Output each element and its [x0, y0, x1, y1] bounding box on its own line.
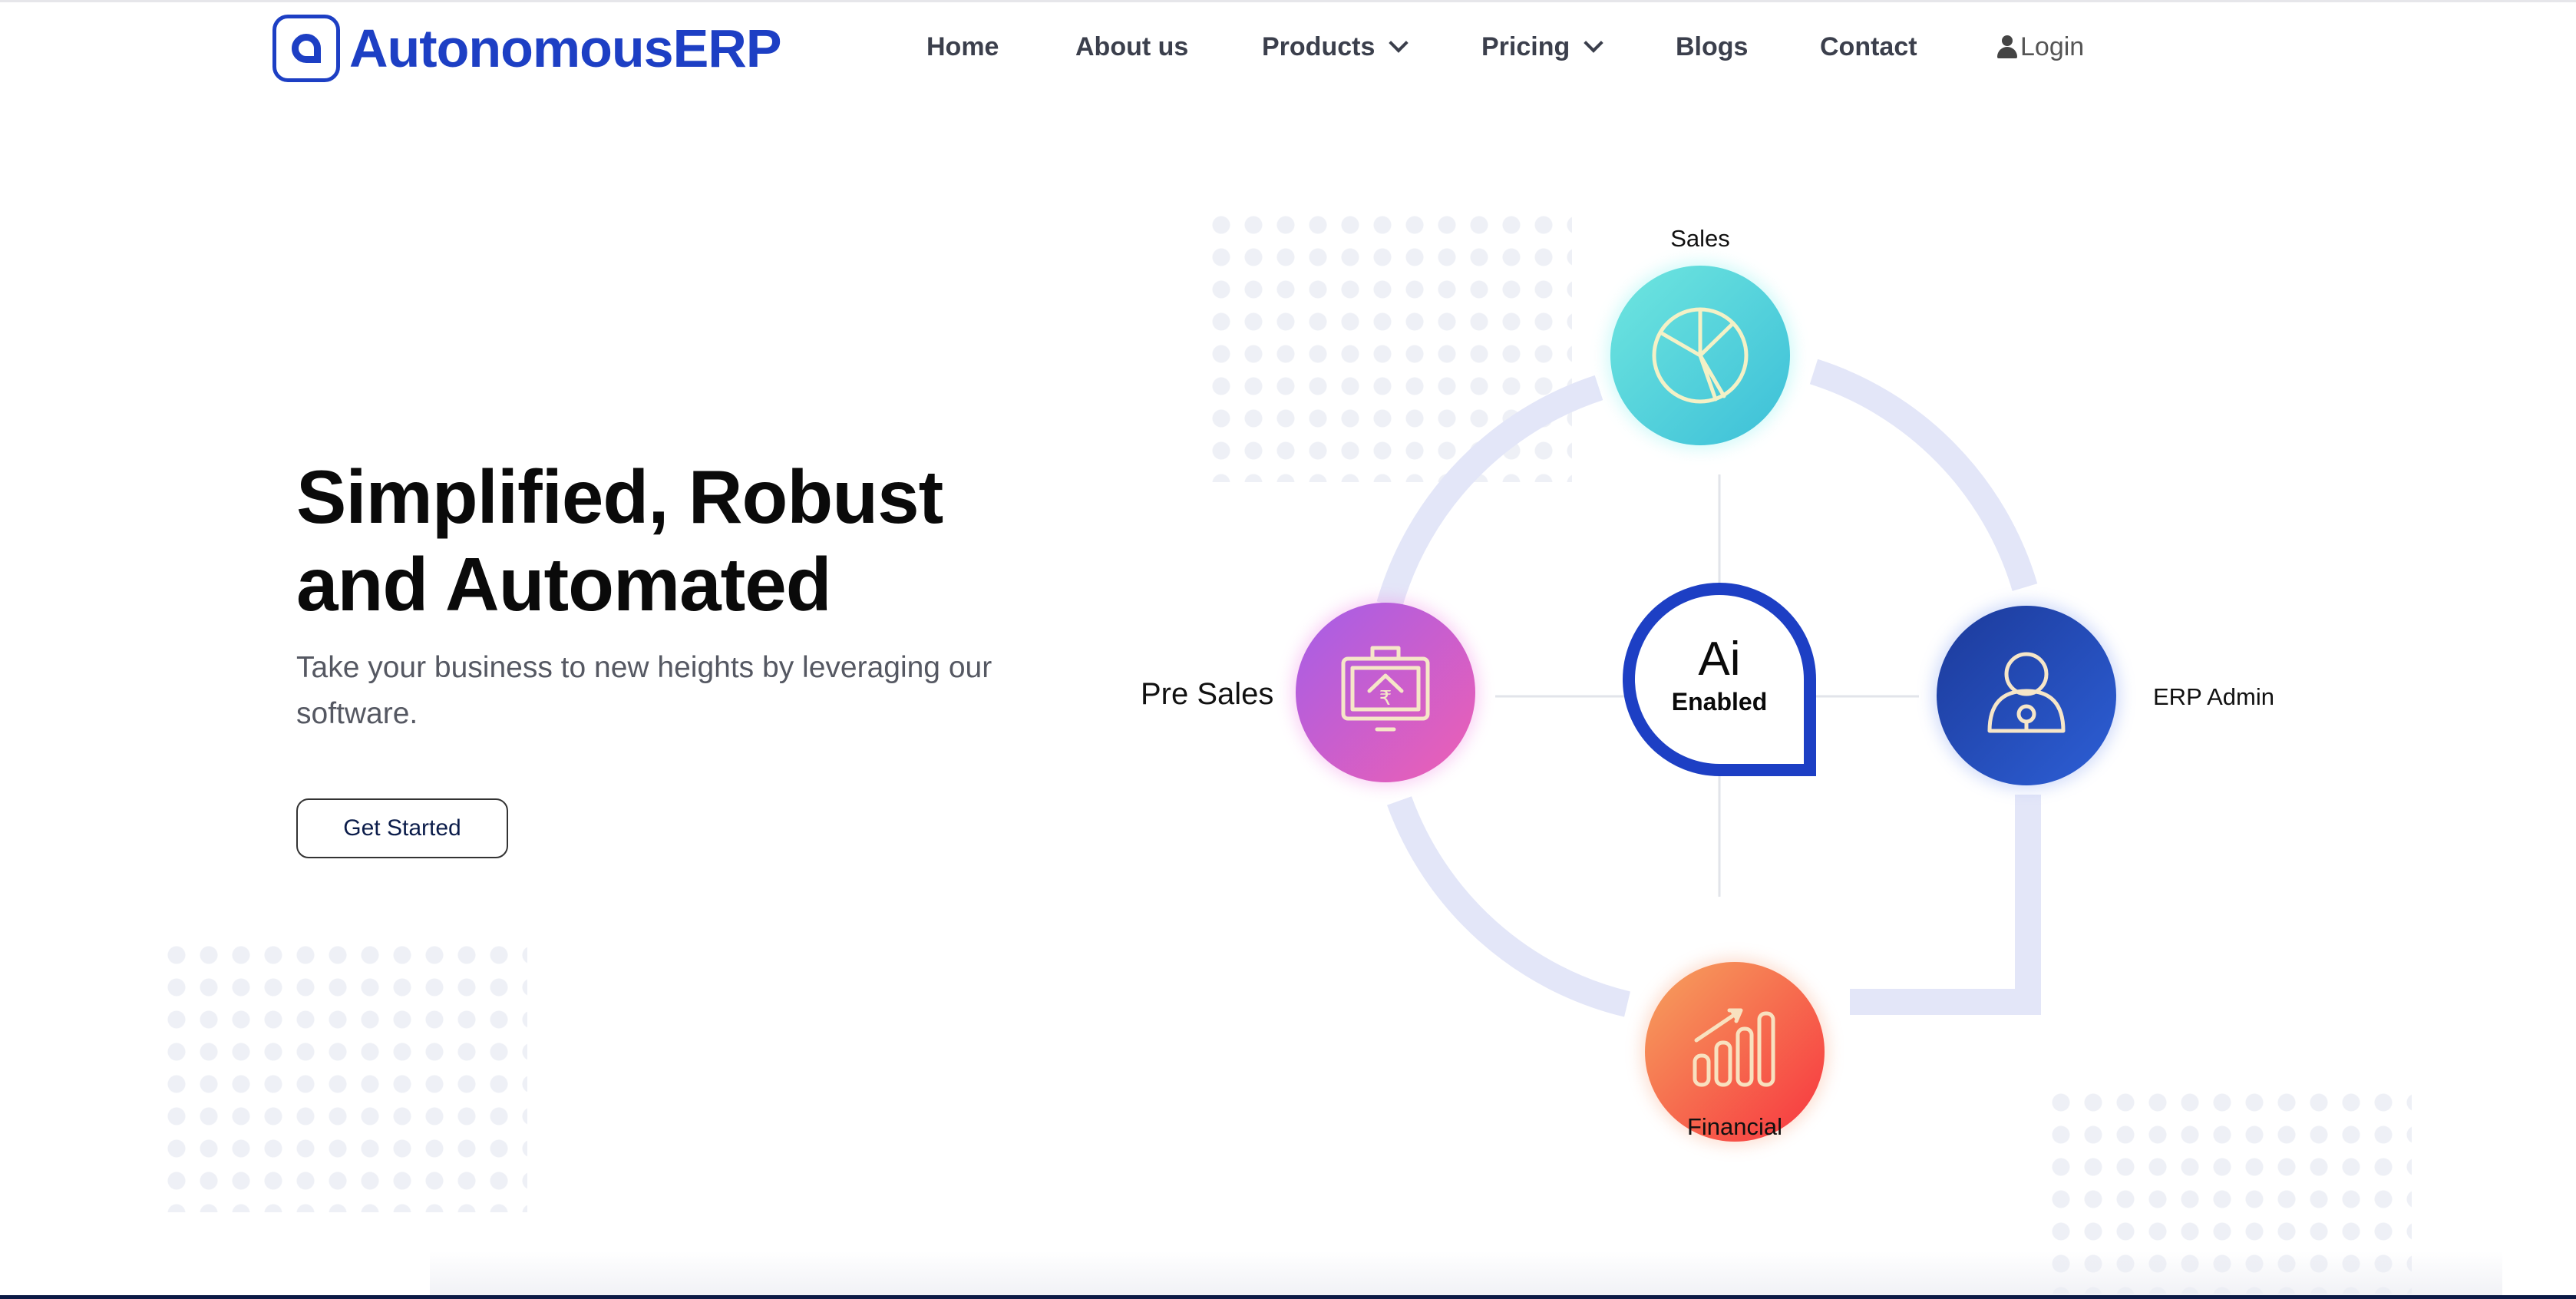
ai-label: Ai [1698, 633, 1741, 686]
nav-blogs[interactable]: Blogs [1676, 28, 1748, 66]
hero-subtitle: Take your business to new heights by lev… [296, 651, 992, 730]
nav-blogs-label: Blogs [1676, 31, 1749, 61]
hero-title: Simplified, Robust and Automated [296, 453, 1064, 628]
ring-arc-top [1376, 375, 1603, 609]
nav-about[interactable]: About us [1075, 28, 1188, 66]
hero-title-line-1: Simplified, Robust [296, 454, 943, 539]
main-nav: Home About us Products Pricing Blogs Con… [0, 28, 2576, 66]
nav-home-label: Home [926, 31, 999, 61]
nav-home[interactable]: Home [926, 28, 999, 66]
nav-login-label: Login [2020, 31, 2085, 61]
ring-arc-left [1387, 796, 1630, 1017]
nav-contact[interactable]: Contact [1820, 28, 1917, 66]
enabled-label: Enabled [1671, 688, 1768, 716]
nav-products[interactable]: Products [1262, 28, 1409, 66]
top-border [0, 0, 2576, 2]
dot-pattern-left [160, 939, 527, 1212]
nav-products-label: Products [1262, 31, 1376, 61]
ring-connector [1850, 795, 2041, 1015]
bottom-border [0, 1295, 2576, 1299]
financial-label: Financial [1686, 1113, 1783, 1140]
chevron-down-icon [1389, 33, 1409, 53]
nav-pricing-label: Pricing [1481, 31, 1570, 61]
nav-about-label: About us [1075, 31, 1189, 61]
hero-title-line-2: and Automated [296, 542, 832, 626]
sales-label: Sales [1670, 225, 1730, 252]
nav-pricing[interactable]: Pricing [1481, 28, 1603, 66]
chevron-down-icon [1584, 33, 1603, 53]
pre-sales-label: Pre Sales [1141, 677, 1274, 711]
user-icon [1996, 34, 2019, 60]
svg-text:₹: ₹ [1379, 687, 1392, 710]
nav-login[interactable]: Login [1996, 28, 2084, 66]
erp-modules-diagram: ₹ Ai Enabled Sales Pre Sales ERP Admin F… [1128, 200, 2341, 1167]
section-shadow [430, 1251, 2502, 1295]
ring-arc-right [1809, 359, 2038, 591]
erp-admin-label: ERP Admin [2153, 683, 2274, 710]
nav-contact-label: Contact [1820, 31, 1917, 61]
get-started-button[interactable]: Get Started [296, 798, 508, 858]
